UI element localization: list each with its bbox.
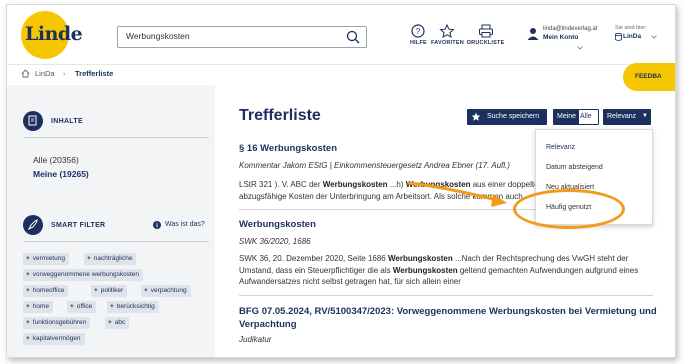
result-title[interactable]: Werbungskosten: [239, 219, 316, 230]
result-divider: [239, 295, 653, 296]
home-icon[interactable]: [21, 69, 30, 78]
filter-tag[interactable]: + nachträgliche: [84, 253, 137, 265]
help-icon: ?: [411, 24, 426, 38]
filter-tag[interactable]: + abc: [105, 317, 130, 329]
account-email: linda@lindeverlag.at: [543, 26, 598, 32]
save-search-button[interactable]: Suche speichern: [467, 109, 547, 125]
result-meta: Judikatur: [239, 335, 272, 344]
filter-tag[interactable]: + verpachtung: [141, 285, 191, 297]
chevron-down-icon: [577, 46, 583, 50]
info-icon[interactable]: [153, 221, 161, 229]
result-meta: SWK 36/2020, 1686: [239, 237, 311, 246]
star-icon: [439, 24, 456, 38]
save-search-label: Suche speichern: [487, 113, 540, 120]
contents-icon: [23, 111, 43, 131]
print-list-label: DRUCKLISTE: [467, 40, 505, 46]
favorites-button[interactable]: FAVORITEN: [431, 24, 464, 46]
location-caption: Sie sind hier:: [615, 25, 647, 31]
app-window: Linde Werbungskosten ? HILFE FAVORITEN D…: [6, 4, 676, 358]
count-mine[interactable]: Meine (19265): [33, 169, 89, 179]
breadcrumb-separator-icon: ›: [63, 69, 66, 78]
result-title[interactable]: BFG 07.05.2024, RV/5100347/2023: Vorwegg…: [239, 305, 659, 331]
database-icon: [615, 33, 622, 41]
feedback-tab[interactable]: FEEDBA: [623, 63, 675, 91]
sort-label: Relevanz: [607, 113, 637, 120]
top-header: Linde Werbungskosten ? HILFE FAVORITEN D…: [7, 5, 675, 65]
filter-tag[interactable]: + vermietung: [23, 253, 69, 265]
logo-text: Linde: [25, 23, 83, 45]
help-label: HILFE: [410, 40, 427, 46]
filter-tag[interactable]: + funktionsgebühren: [23, 317, 91, 329]
search-icon[interactable]: [346, 30, 360, 44]
sidebar: INHALTE Alle (20356) Meine (19265) SMART…: [7, 85, 215, 357]
print-list-button[interactable]: DRUCKLISTE: [467, 24, 504, 46]
smart-filter-help-link[interactable]: Was ist das?: [165, 221, 205, 228]
sort-option-date-desc[interactable]: Datum absteigend: [546, 164, 603, 171]
search-value[interactable]: Werbungskosten: [126, 31, 190, 41]
smart-filter-title: SMART FILTER: [51, 222, 106, 229]
toggle-mine[interactable]: Meine: [554, 110, 579, 124]
annotation-highlight-ring: [513, 189, 625, 229]
breadcrumb-current: Trefferliste: [75, 69, 114, 78]
filter-tag[interactable]: + vorweggenommene werbungskosten: [23, 269, 144, 281]
breadcrumb: LinDa › Trefferliste: [21, 65, 675, 83]
filter-tag[interactable]: + politiker: [91, 285, 128, 297]
count-all[interactable]: Alle (20356): [33, 155, 79, 165]
filter-tag[interactable]: + berücksichtig: [107, 301, 159, 313]
star-plus-icon: [471, 112, 481, 121]
filter-tag[interactable]: + kapitalvermögen: [23, 333, 85, 345]
contents-title: INHALTE: [51, 118, 83, 125]
breadcrumb-home[interactable]: LinDa: [35, 69, 55, 78]
linde-logo[interactable]: Linde: [21, 11, 83, 59]
favorites-label: FAVORITEN: [431, 40, 464, 46]
printer-icon: [478, 24, 493, 38]
filter-tag[interactable]: + homeoffice: [23, 285, 69, 297]
annotation-arrow-icon: [407, 181, 507, 207]
result-title[interactable]: § 16 Werbungskosten: [239, 143, 337, 154]
user-icon: [527, 28, 539, 40]
search-input[interactable]: Werbungskosten: [117, 26, 367, 48]
help-button[interactable]: ? HILFE: [410, 24, 427, 46]
page-title: Trefferliste: [239, 107, 321, 124]
sort-option-relevance[interactable]: Relevanz: [546, 144, 575, 151]
scope-toggle: Meine Alle: [553, 109, 599, 125]
svg-text:?: ?: [416, 27, 421, 36]
divider: [23, 241, 209, 242]
rocket-icon: [23, 215, 43, 235]
chevron-down-icon: [651, 35, 657, 39]
caret-down-icon: ▼: [642, 113, 648, 119]
result-meta: Kommentar Jakom EStG | Einkommensteuerge…: [239, 161, 510, 170]
divider: [23, 137, 209, 138]
feedback-label: FEEDBA: [635, 73, 662, 80]
result-snippet: SWK 36, 20. Dezember 2020, Seite 1686 We…: [239, 254, 639, 286]
filter-tag[interactable]: + home: [23, 301, 54, 313]
toggle-all[interactable]: Alle: [580, 113, 592, 120]
filter-tag[interactable]: + office: [67, 301, 97, 313]
location-value: LinDa: [623, 33, 642, 40]
account-name: Mein Konto: [543, 34, 579, 41]
sort-dropdown[interactable]: Relevanz ▼: [603, 109, 651, 125]
